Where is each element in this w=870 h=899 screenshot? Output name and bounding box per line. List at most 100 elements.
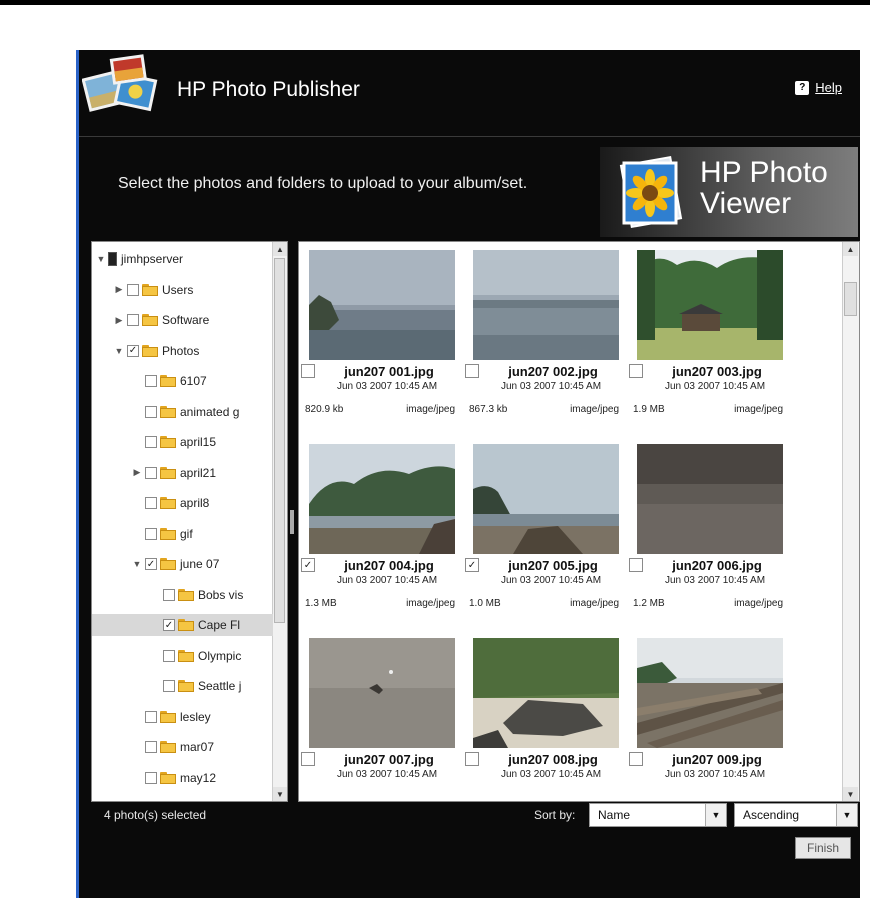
- expand-arrow-icon[interactable]: ▼: [132, 559, 142, 569]
- folder-checkbox[interactable]: [145, 436, 157, 448]
- photo-thumbnail[interactable]: [637, 250, 783, 360]
- photo-checkbox[interactable]: ✓: [301, 558, 315, 572]
- tree-item-mar07[interactable]: mar07: [92, 736, 273, 758]
- folder-icon: [142, 283, 158, 296]
- tree-item-photos[interactable]: ▼ ✓ Photos: [92, 340, 273, 362]
- tree-scroll-thumb[interactable]: [274, 258, 285, 623]
- photo-checkbox[interactable]: [629, 364, 643, 378]
- finish-button[interactable]: Finish: [795, 837, 851, 859]
- photo-size: 1.2 MB: [633, 598, 665, 609]
- folder-checkbox[interactable]: [127, 283, 139, 296]
- photo-thumbnail[interactable]: [637, 444, 783, 554]
- folder-checkbox[interactable]: ✓: [163, 619, 175, 631]
- photo-card[interactable]: jun207 001.jpg Jun 03 2007 10:45 AM 820.9 …: [299, 250, 455, 422]
- photo-grid[interactable]: ▲ ▼ jun207 001.jpg Jun 03 2007 10:45 AM 82…: [298, 241, 860, 802]
- photo-checkbox[interactable]: [629, 558, 643, 572]
- tree-item-label: may12: [180, 770, 217, 785]
- collapse-arrow-icon[interactable]: ▶: [114, 284, 124, 295]
- tree-item-cape-fl[interactable]: ✓ Cape Fl: [92, 614, 273, 636]
- folder-checkbox[interactable]: ✓: [127, 344, 139, 357]
- folder-checkbox[interactable]: [145, 497, 157, 509]
- folder-checkbox[interactable]: [145, 466, 157, 479]
- folder-checkbox[interactable]: [145, 771, 157, 784]
- tree-item-april8[interactable]: april8: [92, 492, 273, 514]
- header: HP Photo Publisher ? Help: [76, 50, 860, 137]
- photo-card[interactable]: jun207 007.jpg Jun 03 2007 10:45 AM: [299, 638, 455, 801]
- photo-scroll-thumb[interactable]: [844, 282, 857, 316]
- scroll-up-icon[interactable]: ▲: [843, 242, 858, 256]
- tree-item-may12[interactable]: may12: [92, 767, 273, 789]
- tree-item-lesley[interactable]: lesley: [92, 706, 273, 728]
- photo-thumbnail[interactable]: [309, 638, 455, 748]
- folder-checkbox[interactable]: [145, 405, 157, 418]
- tree-item-label: Bobs vis: [198, 587, 244, 602]
- scroll-down-icon[interactable]: ▼: [843, 787, 858, 801]
- chevron-down-icon[interactable]: ▼: [836, 804, 857, 826]
- expand-arrow-icon[interactable]: ▼: [114, 346, 124, 356]
- photo-thumbnail[interactable]: [309, 250, 455, 360]
- tree-item-label: june 07: [180, 557, 220, 571]
- folder-checkbox[interactable]: [127, 314, 139, 326]
- photo-thumbnail[interactable]: [309, 444, 455, 554]
- folder-checkbox[interactable]: ✓: [145, 558, 157, 570]
- expand-arrow-icon[interactable]: ▼: [96, 254, 106, 264]
- folder-checkbox[interactable]: [163, 588, 175, 601]
- tree-item-6107[interactable]: 6107: [92, 370, 273, 392]
- hp-photo-viewer-banner[interactable]: HP Photo Viewer: [600, 147, 858, 237]
- photo-checkbox[interactable]: [629, 752, 643, 766]
- photo-thumbnail[interactable]: [473, 444, 619, 554]
- photo-thumbnail[interactable]: [473, 250, 619, 360]
- pane-splitter[interactable]: [290, 510, 294, 534]
- photo-checkbox[interactable]: [301, 364, 315, 378]
- chevron-down-icon[interactable]: ▼: [705, 804, 726, 826]
- scroll-down-icon[interactable]: ▼: [273, 787, 287, 801]
- sort-by-select[interactable]: Name ▼: [589, 803, 727, 827]
- photo-date: Jun 03 2007 10:45 AM: [336, 381, 438, 392]
- folder-checkbox[interactable]: [145, 710, 157, 723]
- folder-icon: [160, 436, 176, 448]
- photo-card[interactable]: jun207 003.jpg Jun 03 2007 10:45 AM 1.9 MB…: [627, 250, 783, 422]
- photo-scrollbar[interactable]: ▲ ▼: [842, 242, 859, 801]
- tree-item-olympic[interactable]: Olympic: [92, 645, 273, 667]
- collapse-arrow-icon[interactable]: ▶: [132, 467, 142, 478]
- photo-card[interactable]: ✓ jun207 004.jpg Jun 03 2007 10:45 AM 1.3 M…: [299, 444, 455, 616]
- tree-item-april15[interactable]: april15: [92, 431, 273, 453]
- help-link[interactable]: ? Help: [795, 80, 842, 95]
- tree-scrollbar[interactable]: ▲ ▼: [272, 242, 287, 801]
- tree-item-april21[interactable]: ▶ april21: [92, 462, 273, 484]
- photo-thumbnail[interactable]: [637, 638, 783, 748]
- tree-item-software[interactable]: ▶ Software: [92, 309, 273, 331]
- photo-checkbox[interactable]: [465, 364, 479, 378]
- photo-card[interactable]: ✓ jun207 005.jpg Jun 03 2007 10:45 AM 1.0 M…: [463, 444, 619, 616]
- scroll-up-icon[interactable]: ▲: [273, 242, 287, 256]
- tree-item-seattle[interactable]: Seattle j: [92, 675, 273, 697]
- folder-checkbox[interactable]: [145, 527, 157, 540]
- top-border: [0, 0, 870, 5]
- photo-card[interactable]: jun207 002.jpg Jun 03 2007 10:45 AM 867.3 …: [463, 250, 619, 422]
- tree-item-jimhpserver[interactable]: ▼ jimhpserver: [92, 248, 273, 270]
- tree-item-users[interactable]: ▶ Users: [92, 279, 273, 301]
- folder-checkbox[interactable]: [163, 680, 175, 692]
- tree-item-label: lesley: [180, 709, 211, 724]
- photo-card[interactable]: jun207 009.jpg Jun 03 2007 10:45 AM: [627, 638, 783, 801]
- photo-filename: jun207 003.jpg: [672, 364, 762, 379]
- photo-thumbnail[interactable]: [473, 638, 619, 748]
- folder-tree[interactable]: ▲ ▼ ▼ jimhpserver ▶ Users ▶ Software ▼ ✓ Photos 6…: [91, 241, 288, 802]
- folder-checkbox[interactable]: [145, 741, 157, 753]
- photo-checkbox[interactable]: [465, 752, 479, 766]
- photo-card[interactable]: jun207 008.jpg Jun 03 2007 10:45 AM: [463, 638, 619, 801]
- tree-item-bobs-vis[interactable]: Bobs vis: [92, 584, 273, 606]
- tree-item-gif[interactable]: gif: [92, 523, 273, 545]
- sort-order-select[interactable]: Ascending ▼: [734, 803, 858, 827]
- open-folder-icon: [142, 344, 158, 357]
- photo-filename: jun207 008.jpg: [508, 752, 598, 767]
- photo-checkbox[interactable]: ✓: [465, 558, 479, 572]
- photo-filename: jun207 007.jpg: [344, 752, 434, 767]
- collapse-arrow-icon[interactable]: ▶: [114, 315, 124, 326]
- folder-checkbox[interactable]: [145, 375, 157, 387]
- tree-item-june-07[interactable]: ▼ ✓ june 07: [92, 553, 273, 575]
- photo-checkbox[interactable]: [301, 752, 315, 766]
- folder-checkbox[interactable]: [163, 649, 175, 662]
- tree-item-animated[interactable]: animated g: [92, 401, 273, 423]
- photo-card[interactable]: jun207 006.jpg Jun 03 2007 10:45 AM 1.2 MB…: [627, 444, 783, 616]
